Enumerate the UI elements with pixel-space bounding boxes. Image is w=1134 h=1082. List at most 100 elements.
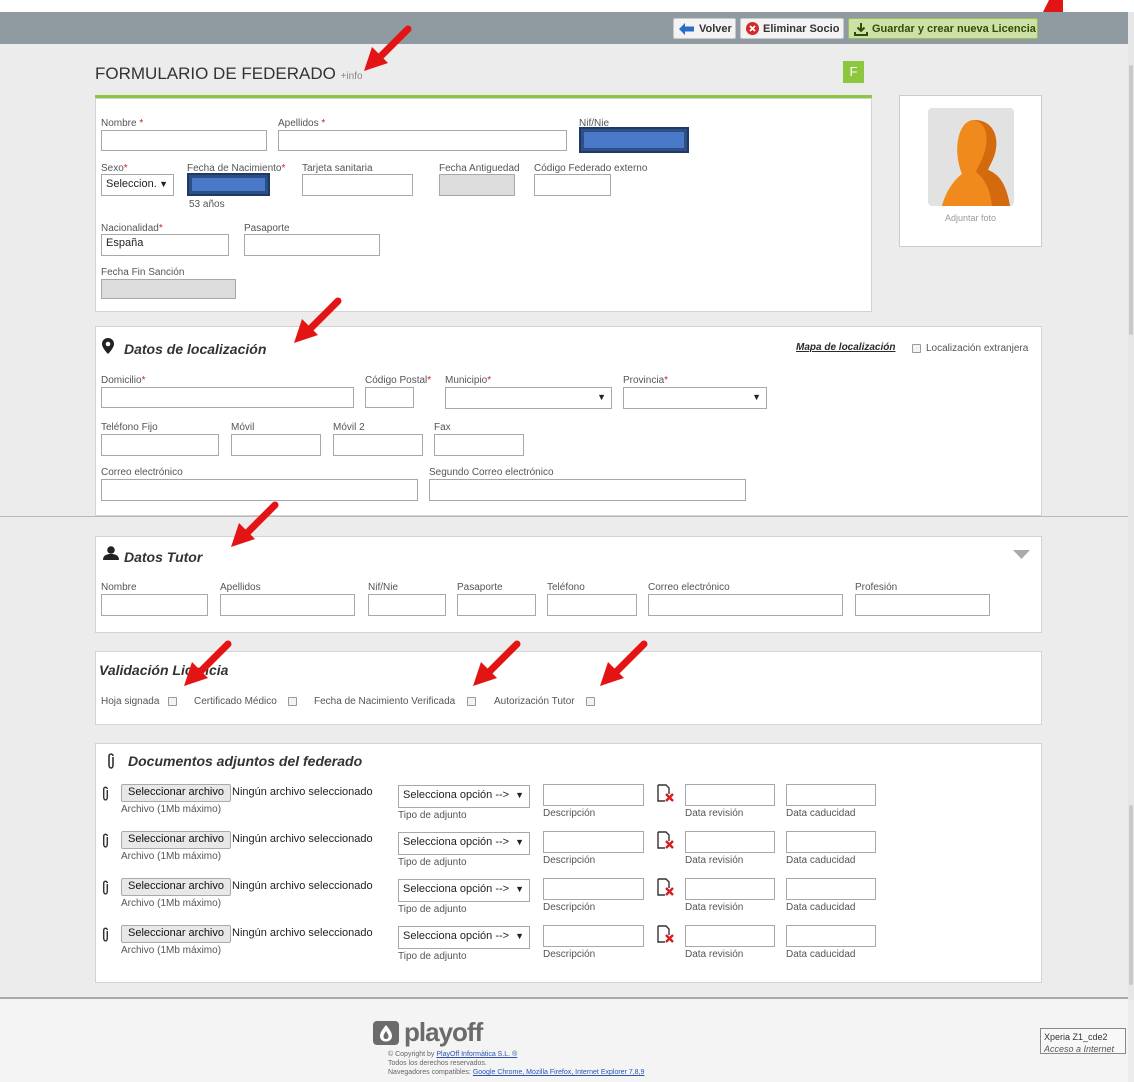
description-input[interactable] — [543, 925, 644, 947]
collapse-triangle-icon[interactable] — [1013, 550, 1030, 559]
description-label: Descripción — [543, 855, 596, 866]
municipio-select[interactable]: ▼ — [445, 387, 612, 409]
attach-photo-label[interactable]: Adjuntar foto — [900, 213, 1041, 223]
annotation-arrow — [1043, 0, 1063, 12]
copyright-link[interactable]: PlayOff Informàtica S.L. ® — [436, 1051, 517, 1058]
hoja-signada-checkbox[interactable] — [168, 697, 177, 706]
tutor-apellidos-input[interactable] — [220, 594, 355, 616]
playoff-logo-icon — [373, 1020, 399, 1045]
tutor-profesion-label: Profesión — [855, 582, 898, 593]
revision-date-input[interactable] — [685, 925, 775, 947]
delete-file-icon[interactable] — [656, 878, 674, 896]
photo-box[interactable]: Adjuntar foto — [899, 95, 1042, 247]
attachment-type-select[interactable]: Selecciona opción --> ▼ — [398, 785, 530, 808]
certificado-medico-checkbox[interactable] — [288, 697, 297, 706]
select-file-button[interactable]: Seleccionar archivo — [121, 878, 231, 896]
revision-date-input[interactable] — [685, 784, 775, 806]
expiry-date-input[interactable] — [786, 925, 876, 947]
avatar-placeholder — [928, 108, 1014, 206]
description-input[interactable] — [543, 878, 644, 900]
attachment-type-select[interactable]: Selecciona opción --> ▼ — [398, 832, 530, 855]
tutor-nombre-input[interactable] — [101, 594, 208, 616]
foreign-location-checkbox[interactable] — [912, 344, 921, 353]
delete-file-icon[interactable] — [656, 925, 674, 943]
rights-text: Todos los derechos reservados. — [388, 1060, 487, 1067]
tutor-nif-label: Nif/Nie — [368, 582, 399, 593]
revision-date-label: Data revisión — [685, 855, 744, 866]
file-size-note: Archivo (1Mb máximo) — [121, 851, 222, 862]
tutor-nif-input[interactable] — [368, 594, 446, 616]
correo-input[interactable] — [101, 479, 418, 501]
tutor-telefono-label: Teléfono — [547, 582, 585, 593]
scrollbar-thumb-lower[interactable] — [1129, 805, 1133, 985]
description-input[interactable] — [543, 831, 644, 853]
telefono-input[interactable] — [101, 434, 219, 456]
tarjeta-input[interactable] — [302, 174, 413, 196]
delete-file-icon[interactable] — [656, 784, 674, 802]
nacionalidad-input[interactable]: España — [101, 234, 229, 256]
browsers-text: Navegadores compatibles: Google Chrome, … — [388, 1069, 645, 1076]
provincia-select[interactable]: ▼ — [623, 387, 767, 409]
top-strip — [0, 0, 1134, 12]
attachment-type-select[interactable]: Selecciona opción --> ▼ — [398, 926, 530, 949]
autorizacion-tutor-checkbox[interactable] — [586, 697, 595, 706]
tarjeta-label: Tarjeta sanitaria — [302, 163, 373, 174]
save-new-license-button[interactable]: Guardar y crear nueva Licencia — [848, 18, 1038, 39]
telefono-label: Teléfono Fijo — [101, 422, 158, 433]
expiry-date-input[interactable] — [786, 878, 876, 900]
fecha-verificada-checkbox[interactable] — [467, 697, 476, 706]
tutor-pasaporte-input[interactable] — [457, 594, 536, 616]
browsers-link[interactable]: Google Chrome, Mozilla Firefox, Internet… — [473, 1069, 645, 1076]
movil2-input[interactable] — [333, 434, 423, 456]
expiry-date-label: Data caducidad — [786, 808, 856, 819]
copyright-text: © Copyright by PlayOff Informàtica S.L. … — [388, 1051, 518, 1058]
tutor-correo-input[interactable] — [648, 594, 843, 616]
revision-date-input[interactable] — [685, 878, 775, 900]
select-file-button[interactable]: Seleccionar archivo — [121, 831, 231, 849]
apellidos-input[interactable] — [278, 130, 567, 151]
back-button[interactable]: Volver — [673, 18, 736, 39]
tooltip-device: Xperia Z1_cde2 — [1044, 1032, 1108, 1042]
expiry-date-input[interactable] — [786, 784, 876, 806]
fax-input[interactable] — [434, 434, 524, 456]
select-file-button[interactable]: Seleccionar archivo — [121, 925, 231, 943]
revision-date-input[interactable] — [685, 831, 775, 853]
tutor-nombre-label: Nombre — [101, 582, 137, 593]
antiguedad-input — [439, 174, 515, 196]
annotation-arrow — [231, 501, 279, 547]
map-link[interactable]: Mapa de localización — [796, 342, 895, 353]
fecha-nacimiento-input-redacted[interactable] — [187, 173, 270, 196]
codigo-externo-input[interactable] — [534, 174, 611, 196]
movil-input[interactable] — [231, 434, 321, 456]
description-label: Descripción — [543, 949, 596, 960]
delete-member-button[interactable]: Eliminar Socio — [740, 18, 844, 39]
correo2-label: Segundo Correo electrónico — [429, 467, 554, 478]
playoff-logo-text: playoff — [404, 1017, 483, 1047]
tutor-apellidos-label: Apellidos — [220, 582, 261, 593]
attachment-type-label: Tipo de adjunto — [398, 951, 467, 962]
cp-input[interactable] — [365, 387, 414, 408]
movil-label: Móvil — [231, 422, 255, 433]
pasaporte-input[interactable] — [244, 234, 380, 256]
dropdown-arrow-icon: ▼ — [515, 931, 524, 941]
expiry-date-input[interactable] — [786, 831, 876, 853]
description-input[interactable] — [543, 784, 644, 806]
correo-label: Correo electrónico — [101, 467, 183, 478]
domicilio-label: Domicilio* — [101, 375, 146, 386]
domicilio-input[interactable] — [101, 387, 354, 408]
delete-file-icon[interactable] — [656, 831, 674, 849]
tutor-telefono-input[interactable] — [547, 594, 637, 616]
select-file-button[interactable]: Seleccionar archivo — [121, 784, 231, 802]
nif-input-redacted[interactable] — [579, 127, 689, 153]
nombre-input[interactable] — [101, 130, 267, 151]
sexo-select[interactable]: Seleccion. ▼ — [101, 174, 174, 196]
apellidos-label: Apellidos * — [278, 118, 326, 129]
file-size-note: Archivo (1Mb máximo) — [121, 898, 222, 909]
tutor-profesion-input[interactable] — [855, 594, 990, 616]
scrollbar-thumb[interactable] — [1129, 65, 1133, 335]
attachment-type-select[interactable]: Selecciona opción --> ▼ — [398, 879, 530, 902]
attachment-type-label: Tipo de adjunto — [398, 857, 467, 868]
playoff-logo: playoff — [372, 1017, 483, 1048]
municipio-label: Municipio* — [445, 375, 492, 386]
correo2-input[interactable] — [429, 479, 746, 501]
